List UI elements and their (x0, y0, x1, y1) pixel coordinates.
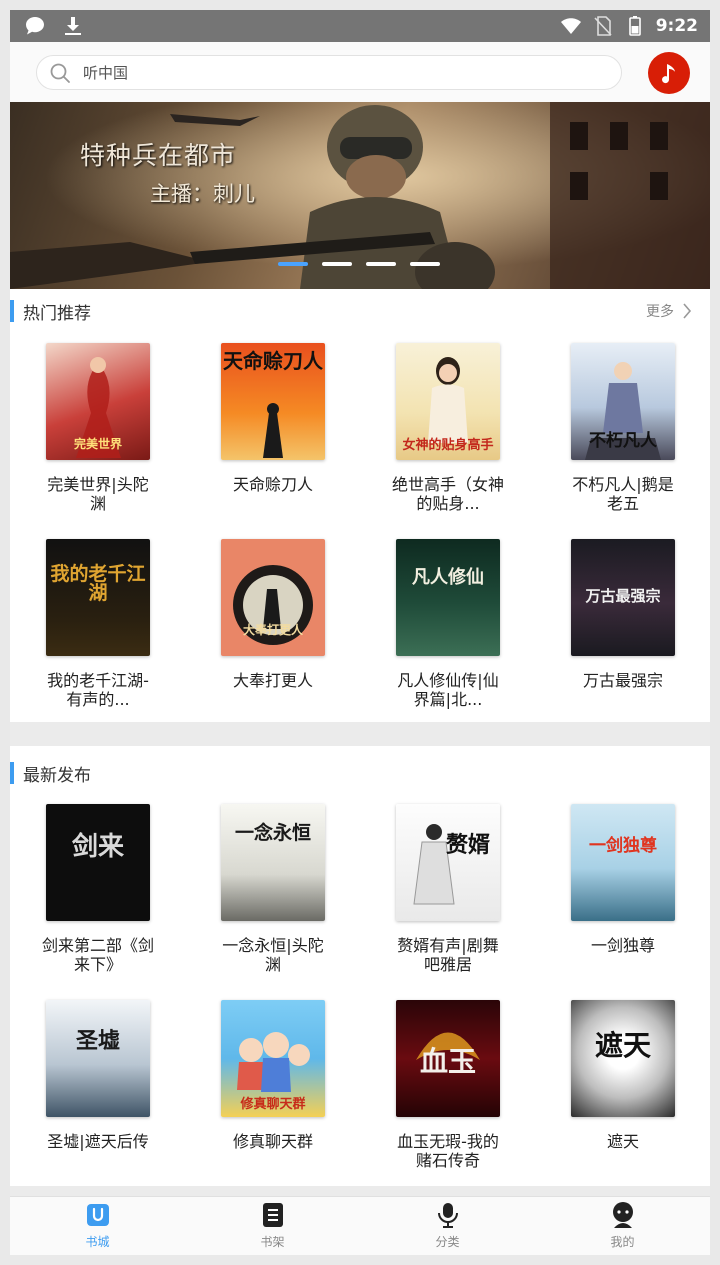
book-title: 大奉打更人 (232, 671, 313, 690)
book-cover: 完美世界 (46, 343, 150, 460)
bookstore-icon (86, 1204, 109, 1226)
book-cover: 剑来 (46, 804, 150, 921)
book-cover: 天命赊刀人 (221, 343, 325, 460)
book-title: 圣墟|遮天后传 (47, 1132, 149, 1151)
section-divider (10, 722, 710, 746)
battery-icon (628, 16, 641, 36)
hot-section-header: 热门推荐 更多 (10, 291, 710, 331)
book-cover: 一剑独尊 (571, 804, 675, 921)
nav-label: 书架 (260, 1235, 285, 1249)
search-input[interactable] (83, 60, 603, 86)
book-title: 一剑独尊 (590, 936, 655, 955)
music-player-button[interactable] (648, 52, 690, 94)
new-section-header: 最新发布 (10, 753, 710, 793)
chat-bubble-icon (26, 17, 44, 35)
profile-icon (612, 1202, 633, 1228)
microphone-icon (437, 1203, 458, 1228)
nav-item-bookshelf[interactable]: 书架 (185, 1197, 360, 1255)
banner-dot[interactable] (410, 262, 440, 266)
wifi-icon (560, 18, 581, 34)
book-cover: 赘婿 (396, 804, 500, 921)
book-title: 赘婿有声|剧舞吧雅居 (397, 936, 499, 974)
nav-label: 我的 (610, 1235, 635, 1249)
book-cover: 一念永恒 (221, 804, 325, 921)
book-title: 一念永恒|头陀渊 (222, 936, 324, 974)
banner-dot[interactable] (366, 262, 396, 266)
book-title: 遮天 (606, 1132, 639, 1151)
banner-pagination (278, 262, 440, 266)
banner-artwork (10, 102, 710, 289)
status-time: 9:22 (655, 16, 698, 36)
book-title: 不朽凡人|鹅是老五 (572, 475, 674, 513)
bookshelf-icon (262, 1203, 283, 1227)
hot-section-title: 热门推荐 (23, 304, 91, 324)
book-cover: 遮天 (571, 1000, 675, 1117)
book-title: 万古最强宗 (582, 671, 663, 690)
section-accent-bar (10, 300, 14, 322)
chevron-right-icon (683, 303, 692, 319)
bottom-nav: 书城 书架 分类 我的 (10, 1196, 710, 1255)
promo-banner[interactable]: 特种兵在都市 主播：刺儿 (10, 102, 710, 289)
section-accent-bar (10, 762, 14, 784)
nav-item-category[interactable]: 分类 (360, 1197, 535, 1255)
book-title: 完美世界|头陀渊 (47, 475, 149, 513)
nav-label: 分类 (435, 1235, 460, 1249)
nav-label: 书城 (85, 1235, 110, 1249)
banner-dot[interactable] (278, 262, 308, 266)
book-cover: 女神的贴身高手 (396, 343, 500, 460)
book-title: 修真聊天群 (232, 1132, 313, 1151)
download-icon (65, 17, 81, 35)
book-cover: 修真聊天群 (221, 1000, 325, 1117)
section-divider (10, 1186, 710, 1196)
music-note-icon (662, 64, 675, 84)
book-title: 天命赊刀人 (232, 475, 313, 494)
nav-item-bookstore[interactable]: 书城 (10, 1197, 185, 1255)
book-cover: 圣墟 (46, 1000, 150, 1117)
new-section-title: 最新发布 (23, 766, 91, 786)
more-button[interactable]: 更多 (646, 301, 692, 321)
book-title: 绝世高手（女神的贴身... (391, 475, 504, 513)
book-title: 我的老千江湖-有声的... (47, 671, 149, 709)
no-sim-icon (594, 16, 612, 36)
book-title: 凡人修仙传|仙界篇|北... (397, 671, 499, 709)
banner-title: 特种兵在都市 (80, 141, 237, 170)
search-box[interactable] (36, 55, 622, 90)
banner-host: 主播：刺儿 (150, 182, 255, 206)
search-header (10, 42, 710, 102)
search-icon (50, 63, 70, 83)
app-screen: 9:22 听中国 特种兵在都市 主播：刺儿 热门推荐 更多 完美世界 完美世界|… (10, 10, 710, 1255)
book-cover: 我的老千江湖 (46, 539, 150, 656)
book-cover: 凡人修仙 (396, 539, 500, 656)
book-cover: 万古最强宗 (571, 539, 675, 656)
book-title: 血玉无瑕-我的赌石传奇 (397, 1132, 499, 1170)
book-cover: 大奉打更人 (221, 539, 325, 656)
book-cover: 血玉 (396, 1000, 500, 1117)
banner-dot[interactable] (322, 262, 352, 266)
status-bar: 9:22 (10, 10, 710, 42)
nav-item-profile[interactable]: 我的 (535, 1197, 710, 1255)
more-label: 更多 (646, 304, 674, 320)
book-cover: 不朽凡人 (571, 343, 675, 460)
book-title: 剑来第二部《剑来下》 (41, 936, 154, 974)
